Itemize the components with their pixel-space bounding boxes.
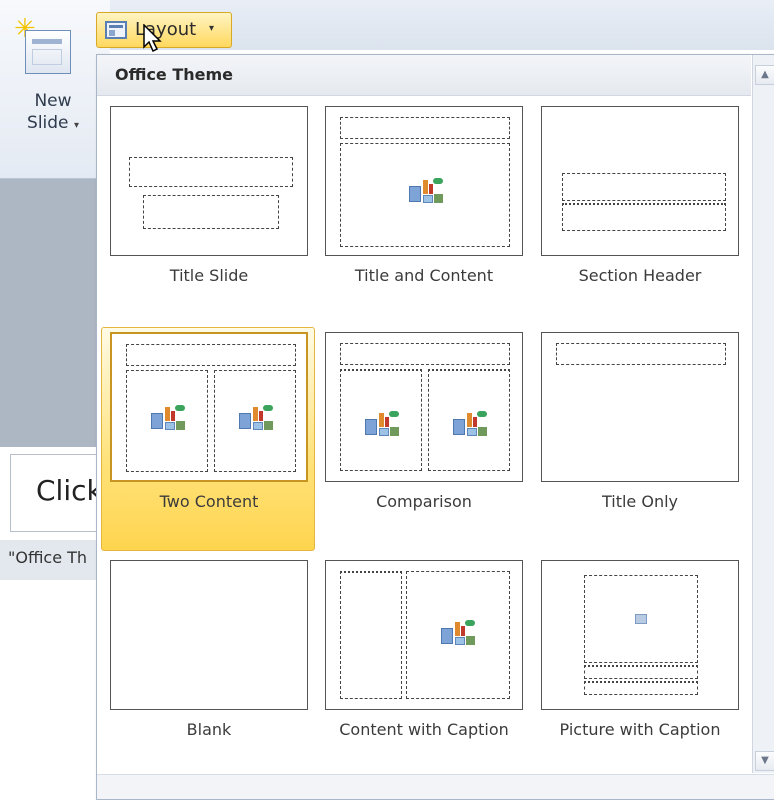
layout-label: Comparison: [376, 492, 472, 511]
layout-title-only[interactable]: Title Only: [532, 327, 746, 551]
new-slide-button[interactable]: ✳ New Slide ▾: [8, 12, 96, 162]
chevron-down-icon: ▾: [209, 23, 215, 34]
layout-section-header[interactable]: Section Header: [532, 101, 746, 325]
scroll-up-icon[interactable]: ▲: [755, 65, 774, 85]
status-theme-name: "Office Th: [8, 548, 88, 567]
new-slide-label-line2: Slide: [27, 113, 69, 133]
content-placeholder-icon: [441, 620, 475, 646]
layout-label: Picture with Caption: [559, 720, 721, 739]
content-placeholder-icon: [409, 178, 443, 204]
placeholder-text: Click: [36, 474, 103, 507]
content-placeholder-left: [126, 370, 208, 472]
slide-canvas-background: [0, 179, 98, 447]
mouse-cursor-icon: [143, 24, 162, 53]
title-placeholder: [340, 343, 510, 365]
title-placeholder: [584, 665, 698, 679]
layout-thumbnail: [541, 106, 739, 256]
slide-text-placeholder[interactable]: Click: [10, 454, 110, 532]
text-placeholder: [584, 681, 698, 695]
picture-placeholder: [584, 575, 698, 663]
layout-thumbnail: [325, 560, 523, 710]
layout-label: Content with Caption: [339, 720, 509, 739]
new-slide-label-line1: New: [34, 91, 72, 111]
layout-title-and-content[interactable]: Title and Content: [316, 101, 530, 325]
layout-thumbnail: [110, 106, 308, 256]
layout-thumbnail: [325, 106, 523, 256]
layout-thumbnail: [541, 332, 739, 482]
gallery-title: Office Theme: [115, 65, 234, 84]
layout-thumbnail: [110, 560, 308, 710]
layout-label: Section Header: [578, 266, 702, 285]
content-placeholder-icon: [239, 405, 273, 431]
subtitle-placeholder: [143, 195, 279, 229]
title-placeholder: [340, 117, 510, 139]
layout-label: Title Slide: [169, 266, 249, 285]
layout-thumbnail: [541, 560, 739, 710]
layout-thumbnail: [325, 332, 523, 482]
title-placeholder: [126, 344, 296, 366]
content-placeholder: [406, 571, 510, 699]
layout-picture-with-caption[interactable]: Picture with Caption: [532, 555, 746, 779]
layout-comparison[interactable]: Comparison: [316, 327, 530, 551]
new-slide-label: New Slide ▾: [8, 90, 98, 137]
gallery-scrollbar[interactable]: ▲ ▼: [752, 55, 774, 773]
title-placeholder: [129, 157, 293, 187]
layout-label: Title Only: [601, 492, 679, 511]
layout-blank[interactable]: Blank: [101, 555, 315, 779]
comparison-left: [340, 369, 422, 471]
gallery-resize-grip[interactable]: [97, 774, 774, 799]
layout-two-content[interactable]: Two Content: [101, 327, 315, 551]
layout-thumbnail: [110, 332, 308, 482]
text-placeholder: [562, 203, 726, 231]
content-placeholder-right: [214, 370, 296, 472]
layout-gallery: Office Theme Title Slide Title and Conte…: [96, 54, 774, 800]
content-placeholder-icon: [151, 405, 185, 431]
title-placeholder: [562, 173, 726, 201]
layout-label: Blank: [186, 720, 232, 739]
layout-content-with-caption[interactable]: Content with Caption: [316, 555, 530, 779]
content-placeholder: [340, 143, 510, 247]
layout-label: Title and Content: [354, 266, 494, 285]
caption-placeholder: [340, 571, 402, 699]
layout-icon: [105, 21, 127, 39]
picture-icon: [635, 614, 647, 624]
new-slide-icon: [25, 30, 71, 74]
layout-label: Two Content: [159, 492, 259, 511]
layout-title-slide[interactable]: Title Slide: [101, 101, 315, 325]
content-placeholder-icon: [453, 411, 487, 437]
gallery-header: Office Theme: [97, 55, 751, 96]
title-placeholder: [556, 343, 726, 365]
chevron-down-icon: ▾: [73, 120, 79, 131]
content-placeholder-icon: [365, 411, 399, 437]
scroll-down-icon[interactable]: ▼: [755, 751, 774, 771]
comparison-right: [428, 369, 510, 471]
